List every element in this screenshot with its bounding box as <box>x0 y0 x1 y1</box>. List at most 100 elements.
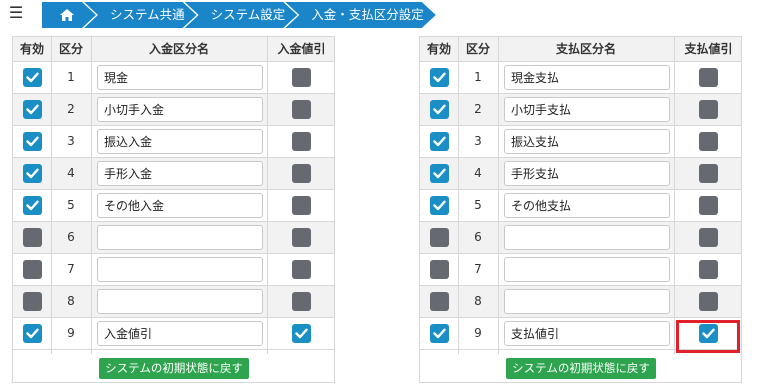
table-row: 6 <box>13 222 334 254</box>
category-number: 9 <box>67 326 75 340</box>
enabled-checkbox[interactable] <box>23 132 42 151</box>
enabled-checkbox[interactable] <box>23 292 42 311</box>
category-number: 1 <box>67 70 75 84</box>
discount-checkbox[interactable] <box>292 132 311 151</box>
enabled-checkbox[interactable] <box>23 324 42 343</box>
discount-checkbox[interactable] <box>699 228 718 247</box>
table-row: 8 <box>420 286 741 318</box>
table-header: 有効 区分 支払区分名 支払値引 <box>420 37 741 62</box>
category-number: 9 <box>474 326 482 340</box>
enabled-checkbox[interactable] <box>23 100 42 119</box>
category-number: 5 <box>474 198 482 212</box>
column-divider <box>51 37 52 354</box>
category-name-input[interactable] <box>97 257 263 282</box>
category-name-input[interactable] <box>504 65 670 90</box>
category-name-input[interactable] <box>504 193 670 218</box>
enabled-checkbox[interactable] <box>430 132 449 151</box>
top-bar: ☰ システム共通 システム設定 入金・支払区分設定 <box>0 0 768 30</box>
category-name-input[interactable] <box>97 321 263 346</box>
discount-checkbox[interactable] <box>699 196 718 215</box>
table-row: 1 <box>13 62 334 94</box>
enabled-checkbox[interactable] <box>430 228 449 247</box>
table-header: 有効 区分 入金区分名 入金値引 <box>13 37 334 62</box>
category-name-input[interactable] <box>97 289 263 314</box>
table-row: 1 <box>420 62 741 94</box>
enabled-checkbox[interactable] <box>430 164 449 183</box>
enabled-checkbox[interactable] <box>430 324 449 343</box>
discount-checkbox[interactable] <box>699 100 718 119</box>
category-number: 6 <box>474 230 482 244</box>
category-name-input[interactable] <box>97 225 263 250</box>
table-row: 4 <box>420 158 741 190</box>
column-divider <box>498 37 499 354</box>
table-row: 5 <box>13 190 334 222</box>
column-divider <box>458 37 459 354</box>
discount-checkbox[interactable] <box>699 164 718 183</box>
category-name-input[interactable] <box>504 97 670 122</box>
discount-checkbox[interactable] <box>292 100 311 119</box>
header-enabled: 有効 <box>19 42 44 56</box>
header-category: 区分 <box>58 42 83 56</box>
discount-checkbox[interactable] <box>292 260 311 279</box>
home-icon <box>60 9 74 21</box>
category-number: 6 <box>67 230 75 244</box>
discount-checkbox[interactable] <box>292 164 311 183</box>
category-name-input[interactable] <box>97 129 263 154</box>
category-name-input[interactable] <box>97 193 263 218</box>
enabled-checkbox[interactable] <box>430 292 449 311</box>
enabled-checkbox[interactable] <box>430 196 449 215</box>
category-name-input[interactable] <box>97 161 263 186</box>
table-row: 2 <box>13 94 334 126</box>
table-row: 2 <box>420 94 741 126</box>
table-row: 3 <box>13 126 334 158</box>
category-name-input[interactable] <box>504 129 670 154</box>
highlight-box <box>676 320 740 353</box>
discount-checkbox[interactable] <box>292 292 311 311</box>
category-number: 7 <box>67 262 75 276</box>
enabled-checkbox[interactable] <box>23 68 42 87</box>
discount-checkbox[interactable] <box>699 132 718 151</box>
enabled-checkbox[interactable] <box>23 228 42 247</box>
reset-to-default-button[interactable]: システムの初期状態に戻す <box>506 358 656 379</box>
reset-to-default-button[interactable]: システムの初期状態に戻す <box>99 358 249 379</box>
enabled-checkbox[interactable] <box>430 100 449 119</box>
category-name-input[interactable] <box>504 161 670 186</box>
enabled-checkbox[interactable] <box>430 260 449 279</box>
header-enabled: 有効 <box>426 42 451 56</box>
breadcrumb-item-current: 入金・支払区分設定 <box>285 2 436 28</box>
column-divider <box>91 37 92 354</box>
table-row: 5 <box>420 190 741 222</box>
category-name-input[interactable] <box>504 225 670 250</box>
enabled-checkbox[interactable] <box>23 196 42 215</box>
discount-checkbox[interactable] <box>699 68 718 87</box>
table-row: 4 <box>13 158 334 190</box>
category-number: 3 <box>67 134 75 148</box>
category-name-input[interactable] <box>97 97 263 122</box>
discount-checkbox[interactable] <box>292 68 311 87</box>
table-row: 7 <box>13 254 334 286</box>
header-deposit-discount: 入金値引 <box>277 42 326 56</box>
header-payment-name: 支払区分名 <box>555 42 616 56</box>
category-number: 4 <box>67 166 75 180</box>
enabled-checkbox[interactable] <box>23 260 42 279</box>
column-divider <box>674 37 675 354</box>
breadcrumb-item-system-settings[interactable]: システム設定 <box>185 2 298 28</box>
discount-checkbox[interactable] <box>699 260 718 279</box>
discount-checkbox[interactable] <box>699 292 718 311</box>
enabled-checkbox[interactable] <box>430 68 449 87</box>
header-category: 区分 <box>465 42 490 56</box>
discount-checkbox[interactable] <box>292 324 311 343</box>
breadcrumb-item-system-common[interactable]: システム共通 <box>84 2 197 28</box>
table-row: 6 <box>420 222 741 254</box>
header-deposit-name: 入金区分名 <box>148 42 209 56</box>
category-name-input[interactable] <box>504 289 670 314</box>
hamburger-icon[interactable]: ☰ <box>8 3 24 23</box>
category-name-input[interactable] <box>504 321 670 346</box>
enabled-checkbox[interactable] <box>23 164 42 183</box>
category-number: 4 <box>474 166 482 180</box>
category-name-input[interactable] <box>97 65 263 90</box>
breadcrumb-home[interactable] <box>42 2 96 28</box>
discount-checkbox[interactable] <box>292 228 311 247</box>
category-name-input[interactable] <box>504 257 670 282</box>
discount-checkbox[interactable] <box>292 196 311 215</box>
